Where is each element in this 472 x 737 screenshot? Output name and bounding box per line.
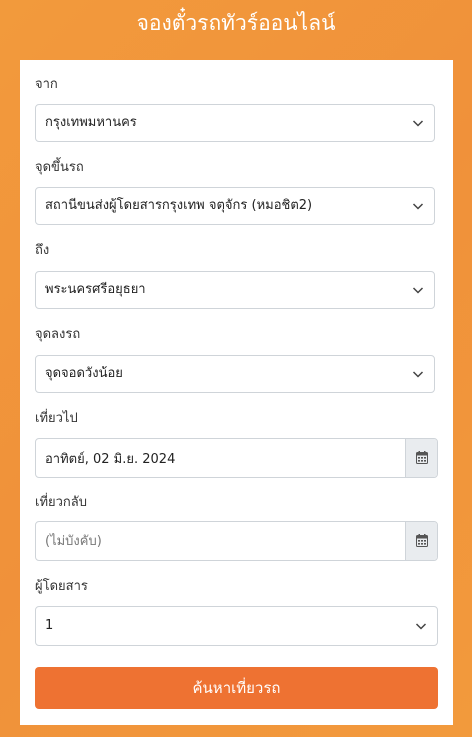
chevron-down-icon (412, 287, 424, 294)
boarding-point-label: จุดขึ้นรถ (35, 160, 84, 175)
chevron-down-icon (412, 371, 424, 378)
search-trips-button[interactable]: ค้นหาเที่ยวรถ (35, 667, 438, 709)
passengers-select-value: 1 (45, 618, 54, 633)
from-select[interactable]: กรุงเทพมหานคร (35, 104, 435, 142)
return-label: เที่ยวกลับ (35, 495, 88, 510)
to-select-value: พระนครศรีอยุธยา (45, 282, 146, 297)
dropoff-point-label: จุดลงรถ (35, 327, 81, 342)
booking-form: จาก กรุงเทพมหานคร จุดขึ้นรถ สถานีขนส่งผู… (20, 60, 453, 725)
return-date-input[interactable] (36, 522, 406, 560)
page-title: จองตั๋วรถทัวร์ออนไลน์ (136, 11, 336, 35)
from-label: จาก (35, 77, 58, 92)
boarding-point-select[interactable]: สถานีขนส่งผู้โดยสารกรุงเทพ จตุจักร (หมอช… (35, 187, 435, 225)
return-calendar-button[interactable] (405, 522, 437, 560)
to-label: ถึง (35, 243, 50, 258)
chevron-down-icon (412, 203, 424, 210)
to-select[interactable]: พระนครศรีอยุธยา (35, 271, 435, 309)
dropoff-point-select[interactable]: จุดจอดวังน้อย (35, 355, 435, 393)
calendar-icon (416, 534, 428, 547)
from-select-value: กรุงเทพมหานคร (45, 115, 137, 130)
departure-date-input[interactable] (36, 439, 406, 477)
return-date-group (35, 521, 438, 561)
chevron-down-icon (412, 120, 424, 127)
passengers-select[interactable]: 1 (35, 606, 438, 646)
passengers-label: ผู้โดยสาร (35, 579, 88, 594)
chevron-down-icon (415, 623, 427, 630)
departure-calendar-button[interactable] (405, 439, 437, 477)
boarding-point-select-value: สถานีขนส่งผู้โดยสารกรุงเทพ จตุจักร (หมอช… (45, 198, 313, 213)
dropoff-point-select-value: จุดจอดวังน้อย (45, 366, 123, 381)
departure-date-group (35, 438, 438, 478)
departure-label: เที่ยวไป (35, 411, 78, 426)
calendar-icon (416, 451, 428, 464)
